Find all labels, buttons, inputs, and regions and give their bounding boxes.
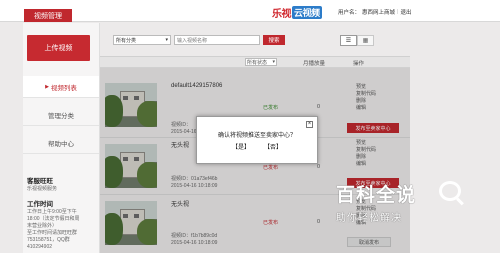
chevron-down-icon: ▾ <box>165 37 168 43</box>
tab-video-management[interactable]: 视频管理 <box>24 9 72 22</box>
sidebar-item-label: 管理分类 <box>48 112 74 120</box>
sidebar-item-help-center[interactable]: 帮助中心 <box>23 132 99 154</box>
search-button[interactable]: 搜索 <box>263 35 285 45</box>
sidebar-item-video-list[interactable]: ▶ 视频列表 <box>23 76 99 98</box>
hours-line: 410294902 <box>27 244 53 250</box>
confirm-yes-button[interactable]: 【是】 <box>232 142 250 151</box>
logo-text-letv: 乐视 <box>272 8 292 20</box>
view-toggle: ☰ ▦ <box>340 35 374 46</box>
grid-view-icon[interactable]: ▦ <box>357 35 374 46</box>
user-name[interactable]: 惠西网上商城 <box>362 8 395 16</box>
letv-cloud-logo[interactable]: 乐视 云视频 <box>272 5 322 20</box>
sidebar-item-label: 帮助中心 <box>48 140 74 148</box>
hours-line: 753158751，QQ群 <box>27 237 70 243</box>
dialog-message: 确认将视频推送至卖家中心？ <box>217 133 296 139</box>
user-label: 用户名： <box>338 10 361 16</box>
upload-video-button[interactable]: 上传视频 <box>27 35 90 61</box>
top-bar: 视频管理 乐视 云视频 用户名： 惠西网上商城 | 退出 <box>0 0 500 22</box>
search-input[interactable]: 输入视频名称 <box>174 35 260 45</box>
work-hours-block: 工作时间 工作日上午9:00至下午 18:00（法定节假日和周 末营业除外） 至… <box>27 201 80 251</box>
status-select-value: 所有状态 <box>247 59 268 66</box>
category-select[interactable]: 所有分类 ▾ <box>113 35 171 45</box>
category-select-value: 所有分类 <box>116 37 137 44</box>
chevron-down-icon: ▾ <box>272 59 275 65</box>
list-view-icon[interactable]: ☰ <box>340 35 357 46</box>
customer-service-block: 客服旺旺 乐视视频服务 <box>27 178 57 193</box>
column-header-actions: 操作 <box>353 61 365 67</box>
user-info: 用户名： 惠西网上商城 | 退出 <box>338 8 411 16</box>
hours-line: 18:00（法定节假日和周 <box>27 216 80 222</box>
logo-text-cloud: 云视频 <box>292 5 322 19</box>
watermark-title: 百科全说 <box>336 185 417 206</box>
hours-title: 工作时间 <box>27 201 53 208</box>
table-header: 所有状态 ▾ 月播放量 操作 <box>100 56 410 68</box>
hours-line: 至工作时间请加旺旺群 <box>27 230 78 236</box>
watermark-subtitle: 助你轻松解决 <box>336 213 402 224</box>
sidebar: 上传视频 ▶ 视频列表 管理分类 帮助中心 客服旺旺 乐视视频服务 工作时间 工… <box>23 23 100 253</box>
hours-line: 末营业除外） <box>27 223 58 229</box>
dialog-buttons: 【是】 【否】 <box>197 142 317 151</box>
confirm-no-button[interactable]: 【否】 <box>264 142 282 151</box>
sidebar-item-label: 视频列表 <box>50 84 77 92</box>
filter-bar: 所有分类 ▾ 输入视频名称 搜索 <box>113 35 285 45</box>
divider: | <box>397 9 399 15</box>
close-icon[interactable]: × <box>306 121 313 128</box>
column-header-plays: 月播放量 <box>303 61 326 67</box>
hours-line: 工作日上午9:00至下午 <box>27 209 77 215</box>
sidebar-item-category-management[interactable]: 管理分类 <box>23 104 99 126</box>
logout-link[interactable]: 退出 <box>400 8 411 16</box>
magnifier-icon <box>439 181 461 201</box>
confirm-dialog: × 确认将视频推送至卖家中心？ 【是】 【否】 <box>196 116 318 164</box>
service-title: 客服旺旺 <box>27 178 53 185</box>
service-line[interactable]: 乐视视频服务 <box>27 186 57 193</box>
status-filter-select[interactable]: 所有状态 ▾ <box>245 58 277 66</box>
arrow-right-icon: ▶ <box>45 83 49 90</box>
watermark: 百科全说 助你轻松解决 <box>336 180 436 224</box>
